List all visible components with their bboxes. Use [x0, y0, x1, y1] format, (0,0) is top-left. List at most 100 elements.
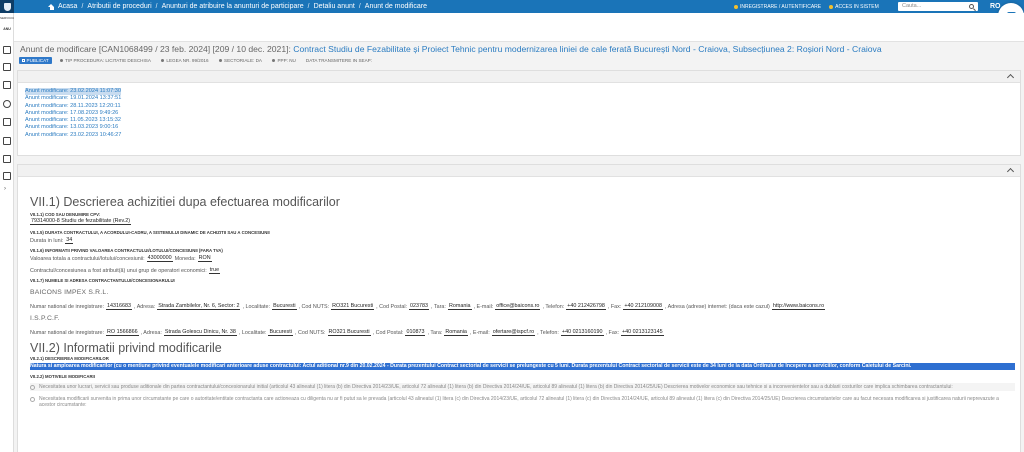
web-value[interactable]: http://www.baicons.ro — [771, 303, 826, 310]
fax-label: , Fax: — [607, 303, 622, 310]
monitor-icon[interactable] — [3, 155, 11, 163]
search-button[interactable] — [964, 2, 978, 11]
status-badge-label: PUBLICAT — [26, 58, 49, 63]
register-link[interactable]: INREGISTRARE / AUTENTIFICARE — [734, 4, 821, 10]
system-access-link[interactable]: ACCES IN SISTEM — [829, 4, 879, 10]
cpv-value: 79314000-8 Studiu de fezabilitate (Rev.2… — [30, 218, 132, 225]
page-title: Anunt de modificare [CAN1068499 / 23 feb… — [20, 44, 882, 54]
reason-radio[interactable] — [30, 385, 35, 390]
gavel-icon[interactable] — [3, 118, 11, 126]
email-label: , E-mail: — [469, 329, 490, 336]
edit-icon[interactable] — [3, 63, 11, 71]
nuts-label: , Cod NUTS: — [298, 303, 330, 310]
sidebar-user: SERVICIUL — [0, 16, 16, 20]
meta-law: LEGEA NR. 99/2016 — [160, 58, 209, 63]
breadcrumb-separator: / — [307, 3, 310, 10]
details-content: VII.1) Descrierea achizitiei dupa efectu… — [30, 195, 1015, 408]
reason-option[interactable]: Necesitatea unor lucrari, servicii sau p… — [30, 383, 1015, 391]
zip-value: 023783 — [409, 303, 430, 310]
nuts-value: RO321 Bucuresti — [331, 303, 375, 310]
sidebar-section: ANU — [3, 27, 11, 31]
help-icon[interactable] — [3, 100, 11, 108]
meta-procedure-type: TIP PROCEDURA: LICITATIE DESCHISA — [59, 58, 151, 63]
company-details: Numar national de inregistrare: RO 156686… — [30, 329, 1015, 336]
info-icon — [59, 58, 64, 63]
search-icon — [968, 4, 974, 9]
web-label: , Adresa (adrese) internet: (daca este c… — [664, 303, 770, 310]
doc-icon — [22, 59, 25, 62]
page-header — [14, 13, 1024, 42]
history-item[interactable]: Anunt modificare: 17.08.2023 9:49:26 — [25, 110, 121, 117]
breadcrumb-separator: / — [155, 3, 158, 10]
user-icon — [734, 4, 738, 9]
panel-header[interactable] — [18, 71, 1020, 83]
history-item[interactable]: Anunt modificare: 13.03.2023 9:00:16 — [25, 124, 121, 131]
chat-icon[interactable] — [3, 172, 11, 180]
handshake-icon — [271, 58, 276, 63]
inbox-icon[interactable] — [3, 137, 11, 145]
list-icon[interactable] — [3, 46, 11, 54]
meta-law-label: LEGEA NR. 99/2016 — [166, 58, 209, 63]
history-item[interactable]: Anunt modificare: 28.11.2023 12:20:11 — [25, 103, 121, 110]
logo[interactable] — [0, 0, 14, 13]
reason-option[interactable]: Necesitatea modificarii survenita in pri… — [30, 396, 1015, 408]
history-item[interactable]: Anunt modificare: 19.01.2024 13:37:51 — [25, 95, 121, 102]
reasons-label: VII.2.2) MOTIVELE MODIFICARII — [30, 374, 95, 379]
country-label: , Tara: — [431, 303, 446, 310]
group-text: Contractul/concesiunea a fost atribuit(ă… — [30, 267, 207, 274]
address-value: Strada Zambilelor, Nr. 6, Sector: 2 — [157, 303, 241, 310]
chevron-up-icon[interactable] — [1006, 167, 1015, 176]
description-value: Actul aditional nr.9 din 20.02.2024 - Du… — [302, 363, 912, 369]
fax-value: +40 0213123145 — [621, 329, 664, 336]
duration-value: 34 — [65, 237, 74, 244]
breadcrumb-award-notices[interactable]: Anunturi de atribuire la anunturi de par… — [162, 3, 304, 10]
email-value: office@baicons.ro — [495, 303, 541, 310]
home-icon — [48, 3, 55, 10]
zip-label: , Cod Postal: — [376, 303, 408, 310]
reason-radio[interactable] — [30, 397, 35, 402]
currency-value: RON — [197, 255, 212, 262]
description-text: Natura si amploarea modificarilor (cu o … — [30, 363, 302, 369]
address-label: , Adresa: — [134, 303, 156, 310]
company-details: Numar national de inregistrare: 14316683 … — [30, 303, 1015, 310]
meta-transmission-date: DATA TRANSMITERE IN SEAP: — [306, 58, 372, 63]
notice-meta: PUBLICAT TIP PROCEDURA: LICITATIE DESCHI… — [19, 57, 382, 64]
company-name: BAICONS IMPEX S.R.L. — [30, 289, 109, 296]
chevron-right-icon[interactable]: › — [4, 186, 6, 192]
reason-text: Necesitatea unor lucrari, servicii sau p… — [39, 384, 953, 390]
meta-sectorial: SECTORIALE: DA — [218, 58, 262, 63]
reg-value: RO 1566866 — [106, 329, 139, 336]
breadcrumb-procedures[interactable]: Atributii de proceduri — [87, 3, 151, 10]
breadcrumb-notice-detail[interactable]: Detaliu anunt — [314, 3, 355, 10]
chevron-up-icon[interactable] — [1006, 73, 1015, 82]
system-access-link-label: ACCES IN SISTEM — [835, 3, 879, 10]
currency-text: Moneda: — [174, 255, 196, 262]
breadcrumb-separator: / — [81, 3, 84, 10]
contractor-label: VII.1.7) NUMELE SI ADRESA CONTRACTANTULU… — [30, 278, 175, 283]
country-label: , Tara: — [427, 329, 443, 336]
shield-icon — [3, 2, 11, 11]
register-link-label: INREGISTRARE / AUTENTIFICARE — [740, 3, 822, 10]
building-icon[interactable] — [3, 81, 11, 89]
company-name: I.S.P.C.F. — [30, 315, 60, 322]
history-item[interactable]: Anunt modificare: 11.05.2023 13:15:32 — [25, 117, 121, 124]
panel-header[interactable] — [18, 165, 1020, 177]
nuts-label: , Cod NUTS: — [294, 329, 326, 336]
gavel-icon — [160, 58, 165, 63]
phone-value: +40 212426798 — [566, 303, 606, 310]
section-title: VII.1) Descrierea achizitiei dupa efectu… — [30, 195, 340, 209]
zip-value: 010873 — [405, 329, 426, 336]
top-navigation-bar: Acasa / Atributii de proceduri / Anuntur… — [0, 0, 1024, 13]
address-value: Strada Golescu Dinicu, Nr. 38 — [163, 329, 237, 336]
locality-value: Bucuresti — [268, 329, 293, 336]
breadcrumb-home[interactable]: Acasa — [58, 3, 77, 10]
breadcrumb-current: Anunt de modificare — [364, 3, 428, 10]
breadcrumb-separator: / — [358, 3, 361, 10]
phone-label: , Telefon: — [542, 303, 565, 310]
notice-summary: Anunt de modificare [CAN1068499 / 23 feb… — [14, 42, 1024, 70]
history-item[interactable]: Anunt modificare: 23.02.2024 11:07:30 — [25, 88, 121, 96]
history-item[interactable]: Anunt modificare: 23.02.2023 10:46:27 — [25, 132, 121, 139]
status-badge: PUBLICAT — [19, 57, 52, 64]
group-value: true — [208, 267, 221, 274]
contract-title-link[interactable]: Contract Studiu de Fezabilitate și Proie… — [293, 44, 881, 54]
